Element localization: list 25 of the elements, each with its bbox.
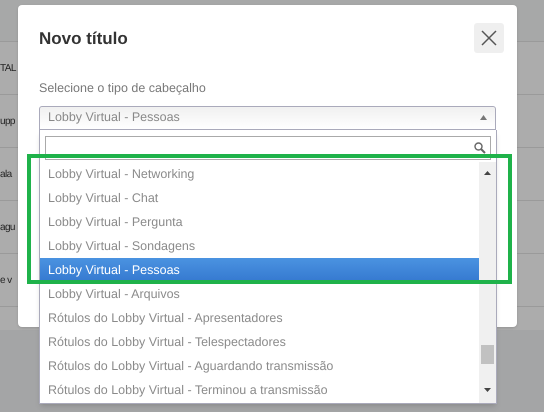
dropdown-option[interactable]: Rótulos do Lobby Virtual - Terminou a transmissão [40,378,479,402]
table-cell-text: TAL [0,62,16,76]
dropdown-option[interactable]: Rótulos do Lobby Virtual - Aguardando transmissão [40,354,479,378]
dropdown-option[interactable]: Lobby Virtual - Networking [40,162,479,186]
scroll-down-icon [484,388,491,392]
dialog-title: Novo título [39,28,128,50]
dropdown-option[interactable]: Lobby Virtual - Arquivos [40,282,479,306]
dropdown-option[interactable]: Lobby Virtual - Chat [40,186,479,210]
field-label: Selecione o tipo de cabeçalho [39,80,207,97]
search-icon [474,142,486,154]
dropdown-option[interactable]: Rótulos do Lobby Virtual - Apresentadores [40,306,479,330]
table-cell-text: e v [0,274,12,288]
select-field[interactable]: Lobby Virtual - Pessoas [39,106,496,130]
caret-icon [480,115,487,120]
dropdown-option[interactable]: Lobby Virtual - Pergunta [40,210,479,234]
close-button[interactable] [474,23,504,53]
scroll-thumb[interactable] [481,345,494,364]
dropdown-option[interactable]: Lobby Virtual - Pessoas [40,258,479,282]
table-cell-text: ala [0,168,12,182]
dropdown-option[interactable]: Lobby Virtual - Sondagens [40,234,479,258]
scroll-up-icon [484,171,491,175]
table-cell-text: agu [0,220,15,234]
close-icon [481,30,497,46]
table-cell-text: upp [0,114,15,128]
dropdown-option[interactable]: Rótulos do Lobby Virtual - Telespectadores [40,330,479,354]
